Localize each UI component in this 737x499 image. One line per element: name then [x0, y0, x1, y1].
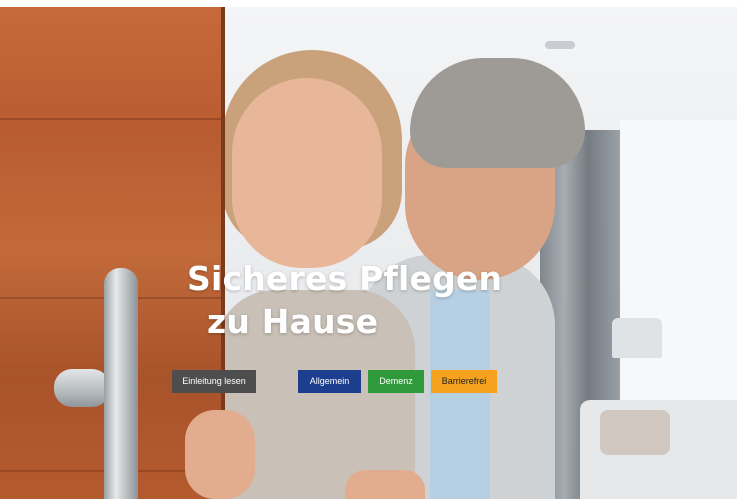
ceiling-light — [545, 41, 575, 49]
woman-face — [232, 78, 382, 268]
door-handle-mount — [54, 369, 110, 407]
man-hand — [345, 470, 425, 499]
man-shirt — [430, 290, 490, 499]
sofa-cushion — [600, 410, 670, 455]
door-seam — [0, 118, 225, 120]
door-handle — [104, 268, 138, 499]
man-hair — [410, 58, 585, 168]
category-allgemein-button[interactable]: Allgemein — [298, 370, 361, 393]
category-demenz-button[interactable]: Demenz — [368, 370, 424, 393]
hero-section: Sicheres Pflegen zu Hause Einleitung les… — [0, 0, 737, 499]
headline-line-1: Sicheres Pflegen — [187, 259, 503, 298]
background-window — [620, 120, 737, 400]
background-lamp — [612, 318, 662, 358]
category-barrierefrei-button[interactable]: Barrierefrei — [431, 370, 497, 393]
read-intro-button[interactable]: Einleitung lesen — [172, 370, 256, 393]
woman-hand — [185, 410, 255, 499]
headline-line-2: zu Hause — [207, 302, 379, 341]
